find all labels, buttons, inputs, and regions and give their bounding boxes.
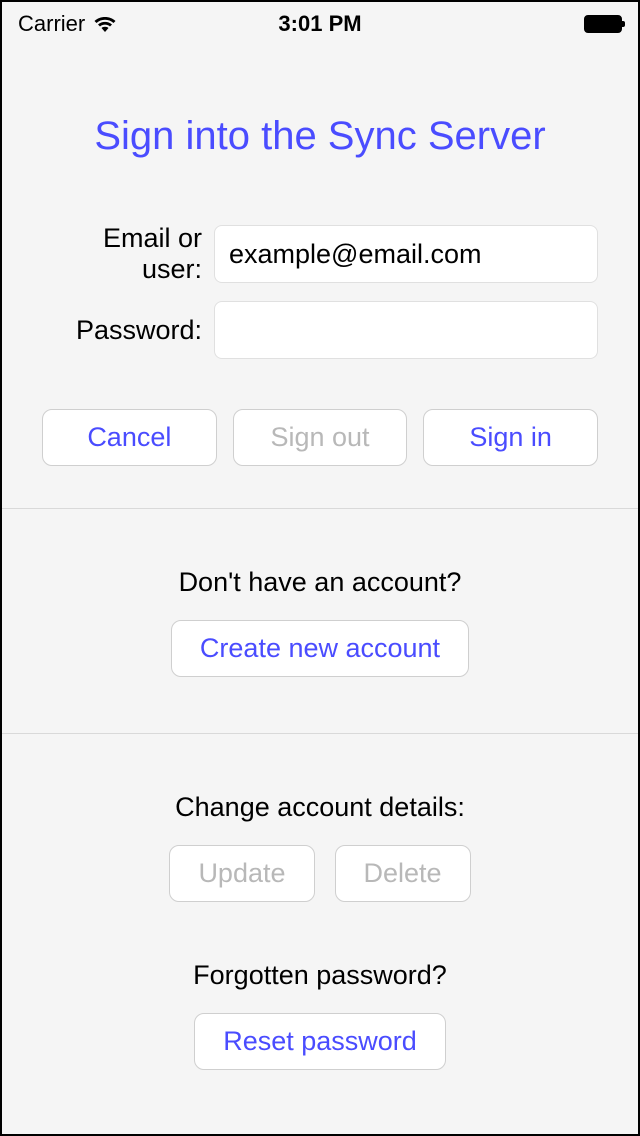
email-row: Email or user: (2, 215, 638, 293)
password-row: Password: (2, 293, 638, 367)
create-account-section: Don't have an account? Create new accoun… (2, 567, 638, 677)
update-delete-row: Update Delete (42, 845, 598, 902)
battery-fill (586, 17, 620, 31)
sign-in-button[interactable]: Sign in (423, 409, 598, 466)
change-details-prompt: Change account details: (42, 792, 598, 823)
update-button: Update (169, 845, 314, 902)
status-left: Carrier (18, 11, 117, 37)
page-title: Sign into the Sync Server (2, 114, 638, 159)
wifi-icon (93, 15, 117, 33)
email-field[interactable] (214, 225, 598, 283)
cancel-button[interactable]: Cancel (42, 409, 217, 466)
carrier-label: Carrier (18, 11, 85, 37)
password-field[interactable] (214, 301, 598, 359)
password-label: Password: (42, 315, 202, 346)
no-account-prompt: Don't have an account? (42, 567, 598, 598)
divider (2, 508, 638, 509)
change-details-section: Change account details: Update Delete (2, 792, 638, 902)
email-label: Email or user: (42, 223, 202, 285)
status-time: 3:01 PM (278, 11, 361, 37)
sign-out-button: Sign out (233, 409, 408, 466)
delete-button: Delete (335, 845, 471, 902)
forgot-password-prompt: Forgotten password? (42, 960, 598, 991)
reset-password-button[interactable]: Reset password (194, 1013, 446, 1070)
divider (2, 733, 638, 734)
status-right (584, 15, 622, 33)
primary-button-row: Cancel Sign out Sign in (2, 367, 638, 508)
create-account-button[interactable]: Create new account (171, 620, 469, 677)
status-bar: Carrier 3:01 PM (2, 2, 638, 42)
battery-icon (584, 15, 622, 33)
forgot-password-section: Forgotten password? Reset password (2, 960, 638, 1070)
